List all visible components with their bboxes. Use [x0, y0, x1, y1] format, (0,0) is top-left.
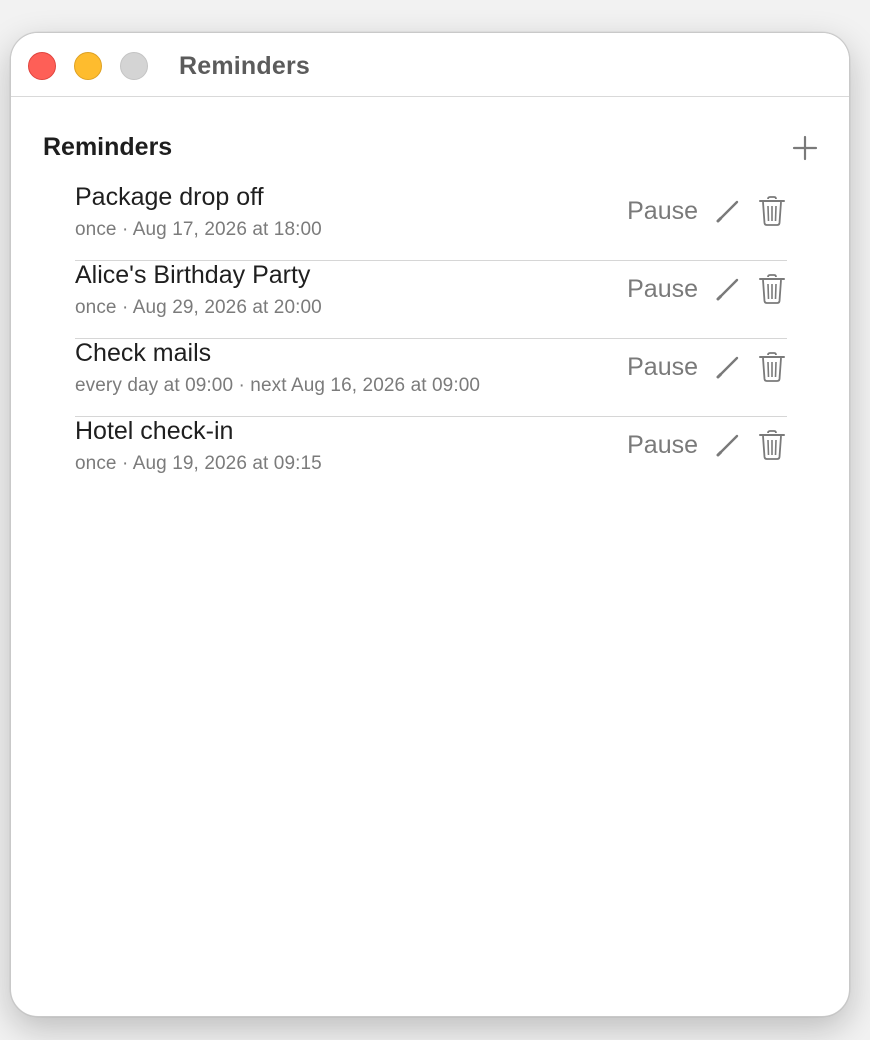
edit-button[interactable]	[715, 198, 741, 224]
reminder-row: Alice's Birthday Party once · Aug 29, 20…	[75, 261, 787, 339]
zoom-window-button[interactable]	[120, 52, 148, 80]
reminder-list: Package drop off once · Aug 17, 2026 at …	[75, 183, 787, 495]
reminder-row: Package drop off once · Aug 17, 2026 at …	[75, 183, 787, 261]
delete-button[interactable]	[758, 273, 786, 305]
reminder-title: Check mails	[75, 339, 212, 367]
edit-button[interactable]	[715, 432, 741, 458]
trash-icon	[759, 274, 785, 304]
reminder-row: Hotel check-in once · Aug 19, 2026 at 09…	[75, 417, 787, 495]
delete-button[interactable]	[758, 195, 786, 227]
pencil-icon	[716, 200, 739, 223]
trash-icon	[759, 196, 785, 226]
pause-button[interactable]: Pause	[627, 275, 698, 304]
window-title: Reminders	[179, 52, 311, 80]
delete-button[interactable]	[758, 351, 786, 383]
reminders-window: Reminders Reminders Package drop off onc…	[10, 32, 850, 1017]
pause-button[interactable]: Pause	[627, 431, 698, 460]
reminder-title: Package drop off	[75, 183, 264, 211]
pencil-icon	[716, 278, 739, 301]
section-title: Reminders	[43, 133, 173, 161]
reminder-schedule: once · Aug 17, 2026 at 18:00	[75, 219, 322, 240]
trash-icon	[759, 430, 785, 460]
edit-button[interactable]	[715, 276, 741, 302]
pause-button[interactable]: Pause	[627, 197, 698, 226]
reminder-title: Hotel check-in	[75, 417, 234, 445]
title-bar: Reminders	[11, 33, 849, 97]
plus-icon	[792, 135, 818, 161]
reminder-title: Alice's Birthday Party	[75, 261, 311, 289]
trash-icon	[759, 352, 785, 382]
minimize-window-button[interactable]	[74, 52, 102, 80]
reminder-schedule: once · Aug 29, 2026 at 20:00	[75, 297, 322, 318]
add-reminder-button[interactable]	[790, 133, 820, 163]
pencil-icon	[716, 356, 739, 379]
reminder-schedule: every day at 09:00 · next Aug 16, 2026 a…	[75, 375, 481, 396]
pause-button[interactable]: Pause	[627, 353, 698, 382]
reminder-row: Check mails every day at 09:00 · next Au…	[75, 339, 787, 417]
edit-button[interactable]	[715, 354, 741, 380]
reminder-schedule: once · Aug 19, 2026 at 09:15	[75, 453, 322, 474]
close-window-button[interactable]	[28, 52, 56, 80]
delete-button[interactable]	[758, 429, 786, 461]
pencil-icon	[716, 434, 739, 457]
